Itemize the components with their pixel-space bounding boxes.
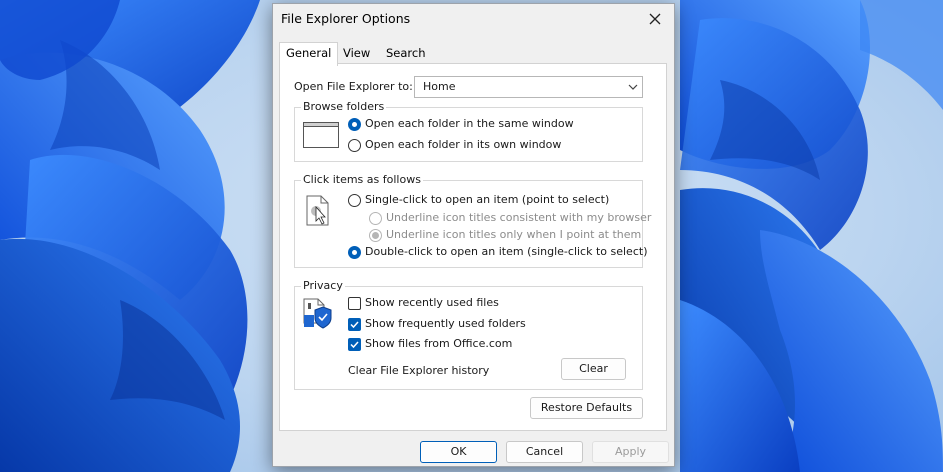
frequent-folders-label: Show frequently used folders — [365, 317, 526, 330]
open-explorer-value: Home — [423, 80, 456, 93]
clear-button[interactable]: Clear — [561, 358, 626, 380]
office-files-label: Show files from Office.com — [365, 337, 513, 350]
checkmark-icon — [350, 321, 359, 329]
recent-files-label: Show recently used files — [365, 296, 499, 309]
radio-underline-point[interactable] — [369, 229, 382, 242]
close-button[interactable] — [640, 6, 670, 32]
tab-general[interactable]: General — [279, 42, 339, 66]
underline-point-label: Underline icon titles only when I point … — [386, 228, 642, 241]
file-explorer-options-dialog: File Explorer Options General View Searc… — [272, 3, 675, 467]
privacy-shield-icon — [303, 298, 332, 329]
checkmark-icon — [350, 341, 359, 349]
own-window-label: Open each folder in its own window — [365, 138, 562, 151]
chevron-down-icon — [628, 84, 638, 90]
double-click-label: Double-click to open an item (single-cli… — [365, 245, 648, 258]
radio-own-window[interactable] — [348, 139, 361, 152]
ok-button[interactable]: OK — [420, 441, 497, 463]
click-items-title: Click items as follows — [301, 173, 423, 186]
radio-single-click[interactable] — [348, 194, 361, 207]
checkbox-frequent-folders[interactable] — [348, 318, 361, 331]
window-icon — [303, 122, 339, 148]
checkbox-office-files[interactable] — [348, 338, 361, 351]
privacy-group: Privacy Show recently used files Show fr… — [294, 279, 643, 390]
close-icon — [649, 13, 661, 25]
clear-history-label: Clear File Explorer history — [348, 364, 490, 377]
tab-search[interactable]: Search — [382, 44, 430, 64]
restore-defaults-button[interactable]: Restore Defaults — [530, 397, 643, 419]
browse-folders-title: Browse folders — [301, 100, 387, 113]
browse-folders-group: Browse folders Open each folder in the s… — [294, 100, 643, 162]
radio-double-click[interactable] — [348, 246, 361, 259]
radio-same-window[interactable] — [348, 118, 361, 131]
checkbox-recent-files[interactable] — [348, 297, 361, 310]
radio-underline-consistent[interactable] — [369, 212, 382, 225]
title-bar: File Explorer Options — [273, 4, 674, 34]
single-click-label: Single-click to open an item (point to s… — [365, 193, 610, 206]
privacy-title: Privacy — [301, 279, 345, 292]
tab-view[interactable]: View — [339, 44, 374, 64]
open-explorer-dropdown[interactable]: Home — [414, 76, 643, 98]
open-explorer-label: Open File Explorer to: — [294, 80, 413, 93]
cancel-button[interactable]: Cancel — [506, 441, 583, 463]
same-window-label: Open each folder in the same window — [365, 117, 574, 130]
cursor-document-icon — [306, 195, 329, 226]
click-items-group: Click items as follows Single-click to o… — [294, 173, 651, 268]
apply-button[interactable]: Apply — [592, 441, 669, 463]
dialog-title: File Explorer Options — [281, 11, 411, 26]
general-tab-panel: Open File Explorer to: Home Browse folde… — [279, 63, 667, 431]
underline-consistent-label: Underline icon titles consistent with my… — [386, 211, 652, 224]
